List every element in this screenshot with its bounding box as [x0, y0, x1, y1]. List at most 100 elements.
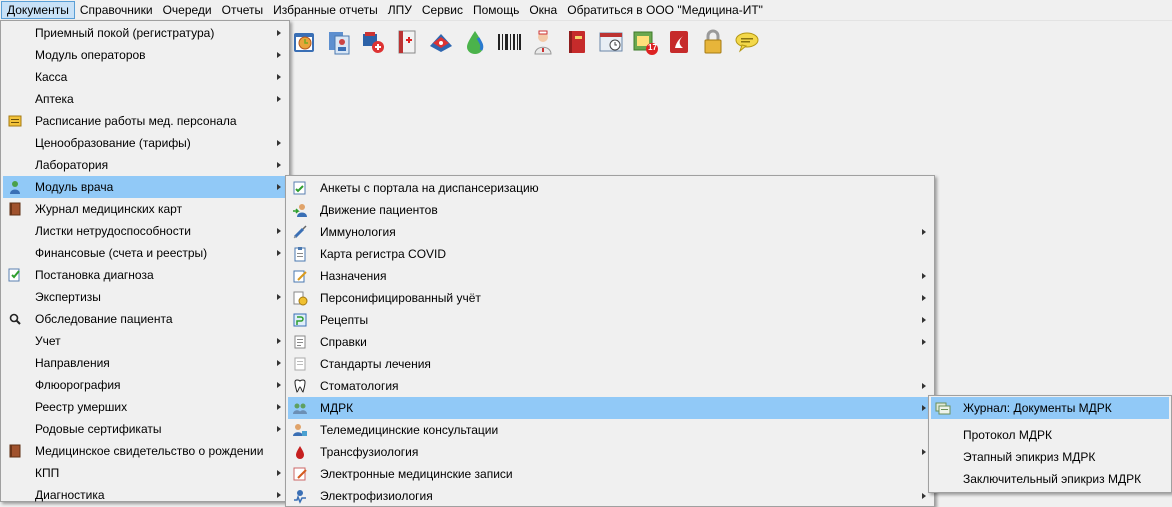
calendar-clock-icon[interactable] [288, 25, 322, 59]
menu-item-covid-card[interactable]: Карта регистра COVID [288, 243, 932, 265]
menubar-contact[interactable]: Обратиться в ООО "Медицина-ИТ" [562, 1, 768, 19]
menu-item-mdrk-final-epicrisis[interactable]: Заключительный эпикриз МДРК [931, 468, 1169, 490]
menu-item-pharmacy[interactable]: Аптека [3, 88, 287, 110]
menu-item-label: Касса [35, 70, 68, 84]
pdf-icon[interactable] [662, 25, 696, 59]
menubar-help[interactable]: Помощь [468, 1, 524, 19]
menu-item-mdrk-protocol[interactable]: Протокол МДРК [931, 424, 1169, 446]
menu-item-dentistry[interactable]: Стоматология [288, 375, 932, 397]
submenu-arrow-icon [277, 404, 281, 410]
coins-icon [292, 290, 308, 306]
menu-item-accounting[interactable]: Учет [3, 330, 287, 352]
patients-icon[interactable] [322, 25, 356, 59]
menu-item-referrals[interactable]: Направления [3, 352, 287, 374]
menu-item-diagnosis[interactable]: Постановка диагноза [3, 264, 287, 286]
menu-item-prescriptions[interactable]: Назначения [288, 265, 932, 287]
book-icon [7, 443, 23, 459]
menu-item-kpp[interactable]: КПП [3, 462, 287, 484]
calendar-17-icon[interactable]: 17 [628, 25, 662, 59]
submenu-arrow-icon [922, 449, 926, 455]
menubar-references[interactable]: Справочники [75, 1, 158, 19]
recipe-icon [292, 312, 308, 328]
menubar-windows[interactable]: Окна [524, 1, 562, 19]
menubar-reports[interactable]: Отчеты [217, 1, 268, 19]
menubar-documents[interactable]: Документы [1, 1, 75, 19]
syringe-icon [292, 224, 308, 240]
menu-item-personified-accounting[interactable]: Персонифицированный учёт [288, 287, 932, 309]
menubar-queues[interactable]: Очереди [158, 1, 217, 19]
menu-item-mdrk-stage-epicrisis[interactable]: Этапный эпикриз МДРК [931, 446, 1169, 468]
menu-item-doctor-module[interactable]: Модуль врача [3, 176, 287, 198]
menu-item-label: Протокол МДРК [963, 428, 1052, 442]
schedule-icon[interactable] [594, 25, 628, 59]
menu-item-label: Расписание работы мед. персонала [35, 114, 237, 128]
menu-item-birth-medical-certificate[interactable]: Медицинское свидетельство о рождении [3, 440, 287, 462]
menubar-favorite-reports[interactable]: Избранные отчеты [268, 1, 383, 19]
menu-item-mdrk-journal[interactable]: Журнал: Документы МДРК [931, 397, 1169, 419]
menu-item-label: Обследование пациента [35, 312, 173, 326]
menubar-service[interactable]: Сервис [417, 1, 468, 19]
menu-item-portal-forms[interactable]: Анкеты с портала на диспансеризацию [288, 177, 932, 199]
menu-item-sick-leave[interactable]: Листки нетрудоспособности [3, 220, 287, 242]
menu-item-label: Стандарты лечения [320, 357, 431, 371]
menubar-lpu[interactable]: ЛПУ [383, 1, 417, 19]
menu-item-recipes[interactable]: Рецепты [288, 309, 932, 331]
menu-item-deaths-registry[interactable]: Реестр умерших [3, 396, 287, 418]
submenu-arrow-icon [922, 405, 926, 411]
submenu-arrow-icon [922, 339, 926, 345]
submenu-arrow-icon [277, 228, 281, 234]
submenu-arrow-icon [922, 273, 926, 279]
submenu-arrow-icon [277, 140, 281, 146]
nurse-icon[interactable] [526, 25, 560, 59]
menu-item-electrophysiology[interactable]: Электрофизиология [288, 485, 932, 507]
menu-item-label: Приемный покой (регистратура) [35, 26, 215, 40]
menu-item-patient-movement[interactable]: Движение пациентов [288, 199, 932, 221]
menu-item-reception[interactable]: Приемный покой (регистратура) [3, 22, 287, 44]
menu-item-immunology[interactable]: Иммунология [288, 221, 932, 243]
form-check-icon [292, 180, 308, 196]
menu-item-pricing[interactable]: Ценообразование (тарифы) [3, 132, 287, 154]
submenu-arrow-icon [922, 229, 926, 235]
menu-item-telemedicine[interactable]: Телемедицинские консультации [288, 419, 932, 441]
menu-item-diagnostics[interactable]: Диагностика [3, 484, 287, 506]
menu-item-treatment-standards[interactable]: Стандарты лечения [288, 353, 932, 375]
menu-item-birth-certificates[interactable]: Родовые сертификаты [3, 418, 287, 440]
menu-item-label: Диагностика [35, 488, 105, 502]
syringe-icon[interactable] [356, 25, 390, 59]
menu-item-label: Персонифицированный учёт [320, 291, 481, 305]
menu-item-medical-cards-journal[interactable]: Журнал медицинских карт [3, 198, 287, 220]
medical-book-icon[interactable] [390, 25, 424, 59]
prescription-icon [292, 268, 308, 284]
menu-item-fluorography[interactable]: Флюорография [3, 374, 287, 396]
red-book-icon[interactable] [560, 25, 594, 59]
submenu-arrow-icon [277, 338, 281, 344]
menu-item-expertise[interactable]: Экспертизы [3, 286, 287, 308]
menu-item-label: Рецепты [320, 313, 369, 327]
menu-item-electronic-records[interactable]: Электронные медицинские записи [288, 463, 932, 485]
menu-item-label: Реестр умерших [35, 400, 128, 414]
menu-item-label: Экспертизы [35, 290, 101, 304]
menu-item-laboratory[interactable]: Лаборатория [3, 154, 287, 176]
menu-item-transfusiology[interactable]: Трансфузиология [288, 441, 932, 463]
menu-item-staff-schedule[interactable]: Расписание работы мед. персонала [3, 110, 287, 132]
menu-item-mdrk[interactable]: МДРК [288, 397, 932, 419]
menu-item-cashbox[interactable]: Касса [3, 66, 287, 88]
menu-item-financial[interactable]: Финансовые (счета и реестры) [3, 242, 287, 264]
menu-item-operators[interactable]: Модуль операторов [3, 44, 287, 66]
menu-item-label: Движение пациентов [320, 203, 438, 217]
menu-item-patient-exam[interactable]: Обследование пациента [3, 308, 287, 330]
drop-icon[interactable] [458, 25, 492, 59]
menu-item-label: Анкеты с портала на диспансеризацию [320, 181, 539, 195]
journal-icon [935, 400, 951, 416]
menu-item-certificates[interactable]: Справки [288, 331, 932, 353]
menu-item-label: Листки нетрудоспособности [35, 224, 191, 238]
document-icon [292, 334, 308, 350]
menu-item-label: Лаборатория [35, 158, 109, 172]
chat-icon[interactable] [730, 25, 764, 59]
lock-icon[interactable] [696, 25, 730, 59]
menu-item-label: Назначения [320, 269, 387, 283]
ambulance-icon[interactable] [424, 25, 458, 59]
barcode-icon[interactable] [492, 25, 526, 59]
tooth-icon [292, 378, 308, 394]
mdrk-submenu: Журнал: Документы МДРК Протокол МДРК Эта… [928, 395, 1172, 493]
